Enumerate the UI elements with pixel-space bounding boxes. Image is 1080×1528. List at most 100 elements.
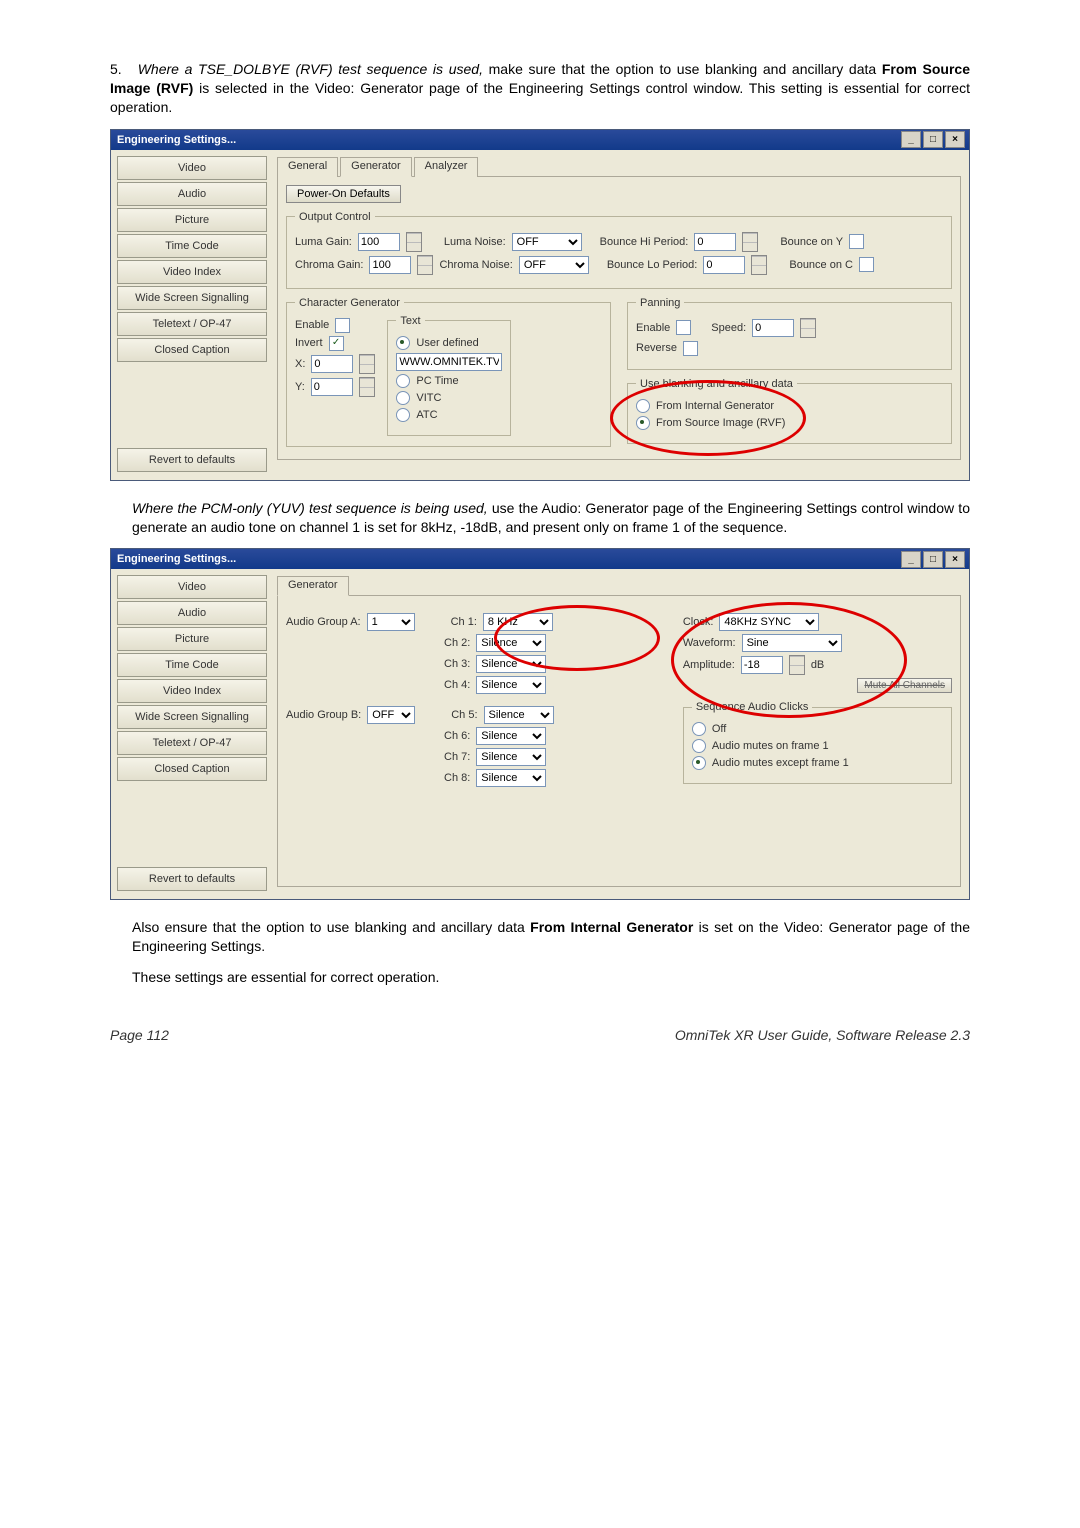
- nav-audio[interactable]: Audio: [117, 182, 267, 206]
- titlebar[interactable]: Engineering Settings... _ □ ×: [111, 549, 969, 569]
- tab-general[interactable]: General: [277, 157, 338, 177]
- nav-audio[interactable]: Audio: [117, 601, 267, 625]
- bounce-y-checkbox[interactable]: [849, 234, 864, 249]
- bounce-hi-input[interactable]: [694, 233, 736, 251]
- bounce-hi-spinner[interactable]: [742, 232, 758, 252]
- nav-teletext[interactable]: Teletext / OP-47: [117, 312, 267, 336]
- chargen-enable-checkbox[interactable]: [335, 318, 350, 333]
- speed-input[interactable]: [752, 319, 794, 337]
- seq-off-radio[interactable]: [692, 722, 706, 736]
- amp-label: Amplitude:: [683, 659, 735, 671]
- pctime-label: PC Time: [416, 375, 458, 387]
- ch2-label: Ch 2:: [444, 637, 470, 649]
- userdef-radio[interactable]: [396, 336, 410, 350]
- close-icon[interactable]: ×: [945, 551, 965, 568]
- minimize-icon[interactable]: _: [901, 551, 921, 568]
- waveform-select[interactable]: Sine: [742, 634, 842, 652]
- vitc-radio[interactable]: [396, 391, 410, 405]
- seq-opt1-radio[interactable]: [692, 739, 706, 753]
- ch8-select[interactable]: Silence: [476, 769, 546, 787]
- maximize-icon[interactable]: □: [923, 551, 943, 568]
- page-footer: Page 112 OmniTek XR User Guide, Software…: [110, 1027, 970, 1043]
- bounce-y-label: Bounce on Y: [780, 236, 843, 248]
- y-spinner[interactable]: [359, 377, 375, 397]
- ch7-select[interactable]: Silence: [476, 748, 546, 766]
- nav-widescreen[interactable]: Wide Screen Signalling: [117, 705, 267, 729]
- bounce-lo-label: Bounce Lo Period:: [607, 259, 698, 271]
- invert-label: Invert: [295, 337, 323, 349]
- groupA-select[interactable]: 1: [367, 613, 415, 631]
- nav-video[interactable]: Video: [117, 575, 267, 599]
- page-number: Page 112: [110, 1027, 169, 1043]
- nav-teletext[interactable]: Teletext / OP-47: [117, 731, 267, 755]
- pcm-text: Where the PCM-only (YUV) test sequence i…: [132, 499, 970, 537]
- nav-videoindex[interactable]: Video Index: [117, 679, 267, 703]
- y-input[interactable]: [311, 378, 353, 396]
- maximize-icon[interactable]: □: [923, 131, 943, 148]
- speed-spinner[interactable]: [800, 318, 816, 338]
- nav-videoindex[interactable]: Video Index: [117, 260, 267, 284]
- seq-opt2-radio[interactable]: [692, 756, 706, 770]
- also-ensure-text: Also ensure that the option to use blank…: [132, 918, 970, 956]
- pctime-radio[interactable]: [396, 374, 410, 388]
- waveform-label: Waveform:: [683, 637, 736, 649]
- ch6-label: Ch 6:: [444, 730, 470, 742]
- chroma-gain-input[interactable]: [369, 256, 411, 274]
- ch4-select[interactable]: Silence: [476, 676, 546, 694]
- mute-all-button[interactable]: Mute All Channels: [857, 678, 952, 693]
- reverse-checkbox[interactable]: [683, 341, 698, 356]
- groupB-select[interactable]: OFF: [367, 706, 415, 724]
- userdef-input[interactable]: [396, 353, 502, 371]
- tab-analyzer[interactable]: Analyzer: [414, 157, 479, 177]
- tab-generator[interactable]: Generator: [340, 157, 412, 177]
- ch2-select[interactable]: Silence: [476, 634, 546, 652]
- groupB-label: Audio Group B:: [286, 709, 361, 721]
- close-icon[interactable]: ×: [945, 131, 965, 148]
- x-spinner[interactable]: [359, 354, 375, 374]
- ch1-select[interactable]: 8 KHz: [483, 613, 553, 631]
- nav-picture[interactable]: Picture: [117, 208, 267, 232]
- chroma-gain-spinner[interactable]: [417, 255, 433, 275]
- clock-select[interactable]: 48KHz SYNC: [719, 613, 819, 631]
- chroma-noise-select[interactable]: OFF: [519, 256, 589, 274]
- panning-group: Panning Enable Speed: Reverse: [627, 297, 952, 370]
- luma-noise-select[interactable]: OFF: [512, 233, 582, 251]
- text-group: Text User defined PC Time VITC ATC: [387, 315, 511, 436]
- nav-video[interactable]: Video: [117, 156, 267, 180]
- nav-closedcaption[interactable]: Closed Caption: [117, 338, 267, 362]
- from-source-radio[interactable]: [636, 416, 650, 430]
- titlebar[interactable]: Engineering Settings... _ □ ×: [111, 130, 969, 150]
- bounce-c-checkbox[interactable]: [859, 257, 874, 272]
- bounce-hi-label: Bounce Hi Period:: [600, 236, 689, 248]
- nav-widescreen[interactable]: Wide Screen Signalling: [117, 286, 267, 310]
- ch6-select[interactable]: Silence: [476, 727, 546, 745]
- amp-input[interactable]: [741, 656, 783, 674]
- chroma-noise-label: Chroma Noise:: [439, 259, 512, 271]
- ch3-select[interactable]: Silence: [476, 655, 546, 673]
- nav-closedcaption[interactable]: Closed Caption: [117, 757, 267, 781]
- bounce-c-label: Bounce on C: [789, 259, 853, 271]
- tab-generator[interactable]: Generator: [277, 576, 349, 596]
- seq-group-label: Sequence Audio Clicks: [692, 701, 813, 713]
- sequence-audio-clicks-group: Sequence Audio Clicks Off Audio mutes on…: [683, 701, 952, 784]
- chargen-invert-checkbox[interactable]: ✓: [329, 336, 344, 351]
- revert-defaults-button[interactable]: Revert to defaults: [117, 867, 267, 891]
- ch5-select[interactable]: Silence: [484, 706, 554, 724]
- luma-gain-input[interactable]: [358, 233, 400, 251]
- nav-picture[interactable]: Picture: [117, 627, 267, 651]
- x-input[interactable]: [311, 355, 353, 373]
- ch3-label: Ch 3:: [444, 658, 470, 670]
- atc-radio[interactable]: [396, 408, 410, 422]
- from-internal-radio[interactable]: [636, 399, 650, 413]
- nav-timecode[interactable]: Time Code: [117, 653, 267, 677]
- amp-spinner[interactable]: [789, 655, 805, 675]
- bounce-lo-input[interactable]: [703, 256, 745, 274]
- luma-gain-spinner[interactable]: [406, 232, 422, 252]
- revert-defaults-button[interactable]: Revert to defaults: [117, 448, 267, 472]
- pan-enable-checkbox[interactable]: [676, 320, 691, 335]
- nav-timecode[interactable]: Time Code: [117, 234, 267, 258]
- minimize-icon[interactable]: _: [901, 131, 921, 148]
- power-on-defaults-button[interactable]: Power-On Defaults: [286, 185, 401, 203]
- bounce-lo-spinner[interactable]: [751, 255, 767, 275]
- reverse-label: Reverse: [636, 342, 677, 354]
